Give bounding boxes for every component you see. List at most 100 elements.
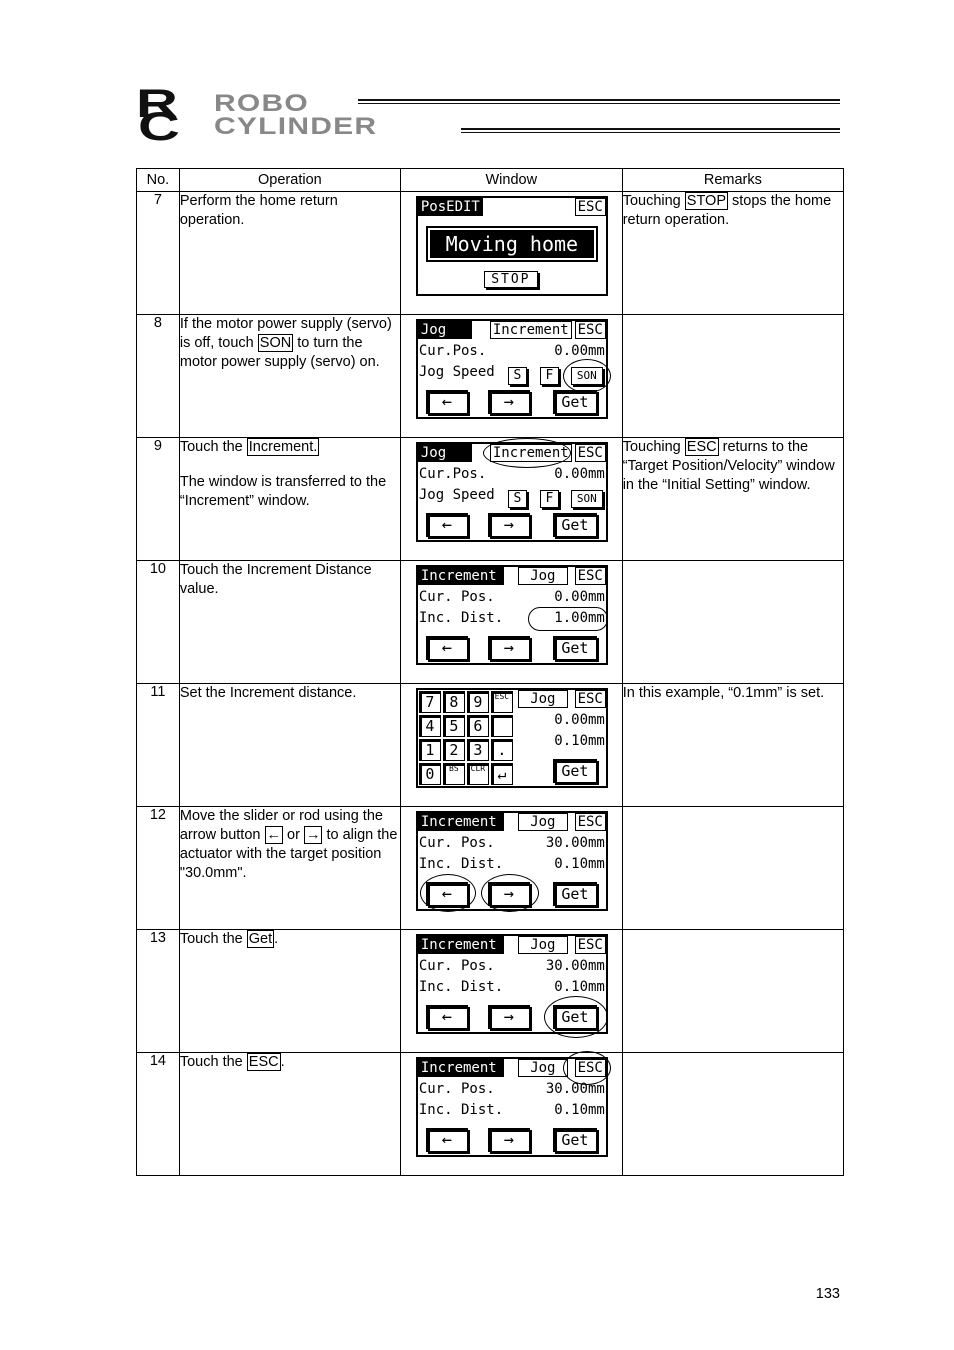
lcd-title: Jog: [417, 321, 472, 339]
get-button[interactable]: Get: [552, 1128, 597, 1152]
lcd-increment-window: Increment Jog ESC Cur. Pos. 30.00mm Inc.…: [415, 811, 608, 912]
lcd-jog-window: Jog Increment ESC Cur.Pos. 0.00mm Jog Sp…: [415, 438, 608, 542]
jog-right-button[interactable]: →: [487, 636, 530, 660]
jog-right-button[interactable]: →: [487, 390, 530, 414]
inc-dist-label: Inc. Dist.: [418, 1102, 504, 1118]
esc-button[interactable]: ESC: [574, 198, 606, 216]
jog-left-button[interactable]: ←: [425, 636, 468, 660]
col-header-no: No.: [136, 168, 180, 192]
cur-pos-label: Cur.Pos.: [418, 343, 487, 359]
table-header-row: No. Operation Window Remarks: [136, 168, 845, 192]
inc-dist-value[interactable]: 1.00mm: [554, 608, 605, 628]
cur-pos-value: 0.00mm: [554, 712, 605, 728]
boxed-term: ESC: [684, 438, 719, 456]
jog-tab[interactable]: Jog: [517, 567, 568, 585]
table-row: 14 Touch the ESC. Increment Jog ESC Cur.…: [136, 1051, 845, 1176]
get-button[interactable]: Get: [552, 759, 597, 783]
jog-left-button[interactable]: ←: [425, 882, 468, 906]
increment-tab[interactable]: Increment: [489, 321, 572, 339]
keypad-key[interactable]: BS: [442, 763, 465, 785]
window-cell: PosEDIT ESC Moving home STOP: [399, 191, 623, 315]
operation-text: Perform the home return operation.: [178, 191, 401, 315]
cur-pos-value: 0.00mm: [554, 589, 605, 605]
page-number: 133: [815, 1286, 840, 1302]
inc-dist-value[interactable]: 0.10mm: [554, 854, 605, 874]
keypad-key[interactable]: ↵: [490, 763, 513, 785]
servo-on-button[interactable]: SON: [570, 367, 603, 385]
lcd-title: Increment: [417, 813, 504, 831]
table-row: 11 Set the Increment distance. 7 8 9 ESC 4 5 6…: [136, 683, 845, 807]
increment-tab[interactable]: Increment: [489, 444, 572, 462]
esc-button[interactable]: ESC: [574, 567, 606, 585]
rc-logo-mark: R C: [136, 82, 180, 149]
jog-left-button[interactable]: ←: [425, 1005, 468, 1029]
get-button[interactable]: Get: [552, 513, 597, 537]
operation-text: Touch the Increment. The window is trans…: [178, 437, 401, 561]
boxed-left-arrow: ←: [264, 826, 283, 844]
step-number: 11: [136, 683, 180, 807]
get-button[interactable]: Get: [552, 636, 597, 660]
jog-tab[interactable]: Jog: [517, 936, 568, 954]
jog-right-button[interactable]: →: [487, 513, 530, 537]
jog-tab[interactable]: Jog: [517, 690, 568, 708]
lcd-increment-window: Increment Jog ESC Cur. Pos. 30.00mm Inc.…: [415, 934, 608, 1038]
jog-speed-label: Jog Speed: [418, 364, 495, 380]
lcd-title: PosEDIT: [417, 198, 483, 216]
servo-on-button[interactable]: SON: [570, 490, 603, 508]
speed-fast-button[interactable]: F: [539, 490, 559, 508]
inc-dist-value[interactable]: 0.10mm: [554, 1100, 605, 1120]
boxed-right-arrow: →: [303, 826, 323, 844]
jog-left-button[interactable]: ←: [425, 513, 468, 537]
jog-right-button[interactable]: →: [487, 1128, 530, 1152]
step-number: 13: [136, 929, 180, 1053]
stop-button[interactable]: STOP: [483, 271, 538, 288]
speed-slow-button[interactable]: S: [507, 367, 527, 385]
lcd-increment-window: Increment Jog ESC Cur. Pos. 30.00mm Inc.…: [415, 1051, 611, 1157]
keypad-key[interactable]: CLR: [466, 763, 489, 785]
get-button[interactable]: Get: [552, 1005, 597, 1029]
get-button[interactable]: Get: [552, 882, 597, 906]
inc-dist-label: Inc. Dist.: [418, 856, 504, 872]
cur-pos-value: 30.00mm: [545, 958, 605, 974]
operation-text: Touch the Increment Distance value.: [178, 560, 401, 684]
window-cell: Increment Jog ESC Cur. Pos. 0.00mm Inc. …: [399, 560, 623, 684]
speed-fast-button[interactable]: F: [539, 367, 559, 385]
esc-button[interactable]: ESC: [574, 936, 606, 954]
esc-button[interactable]: ESC: [574, 813, 606, 831]
jog-left-button[interactable]: ←: [425, 390, 468, 414]
step-number: 8: [136, 314, 180, 438]
operation-table: No. Operation Window Remarks 7 Perform t…: [136, 168, 845, 1176]
jog-left-button[interactable]: ←: [425, 1128, 468, 1152]
col-header-window: Window: [399, 168, 623, 192]
step-number: 7: [136, 191, 180, 315]
lcd-keypad-window: 7 8 9 ESC 4 5 6 1 2 3. 0 BS CLR ↵ Jog ESC 0.00mm 0.10…: [415, 688, 608, 788]
inc-dist-label: Inc. Dist.: [418, 979, 504, 995]
step-number: 14: [136, 1052, 180, 1176]
jog-right-button[interactable]: →: [487, 882, 530, 906]
jog-tab[interactable]: Jog: [517, 1059, 568, 1077]
remarks-text: [621, 929, 845, 1053]
speed-slow-button[interactable]: S: [507, 490, 527, 508]
jog-right-button[interactable]: →: [487, 1005, 530, 1029]
logo-text-cylinder: CYLINDER: [214, 113, 378, 140]
robo-cylinder-logo: R C ROBO CYLINDER: [136, 82, 841, 149]
window-cell: Increment Jog ESC Cur. Pos. 30.00mm Inc.…: [399, 1051, 623, 1176]
cur-pos-value: 0.00mm: [554, 466, 605, 482]
esc-button[interactable]: ESC: [574, 444, 606, 462]
inc-dist-value[interactable]: 0.10mm: [554, 731, 605, 751]
get-button[interactable]: Get: [552, 390, 597, 414]
window-cell: Increment Jog ESC Cur. Pos. 30.00mm Inc.…: [399, 929, 623, 1053]
esc-button[interactable]: ESC: [574, 321, 606, 339]
operation-text: Move the slider or rod using the arrow b…: [178, 806, 401, 930]
keypad-key[interactable]: 0: [418, 763, 441, 785]
table-row: 12 Move the slider or rod using the arro…: [136, 806, 845, 930]
jog-tab[interactable]: Jog: [517, 813, 568, 831]
boxed-term: Get: [246, 930, 275, 948]
lcd-jog-window: Jog Increment ESC Cur.Pos. 0.00mm Jog Sp…: [415, 319, 611, 419]
lcd-posedit-window: PosEDIT ESC Moving home STOP: [415, 196, 608, 296]
inc-dist-value[interactable]: 0.10mm: [554, 977, 605, 997]
esc-button[interactable]: ESC: [574, 1059, 606, 1077]
header-rule-bottom: [461, 128, 840, 133]
esc-button[interactable]: ESC: [574, 690, 606, 708]
cur-pos-value: 30.00mm: [545, 835, 605, 851]
